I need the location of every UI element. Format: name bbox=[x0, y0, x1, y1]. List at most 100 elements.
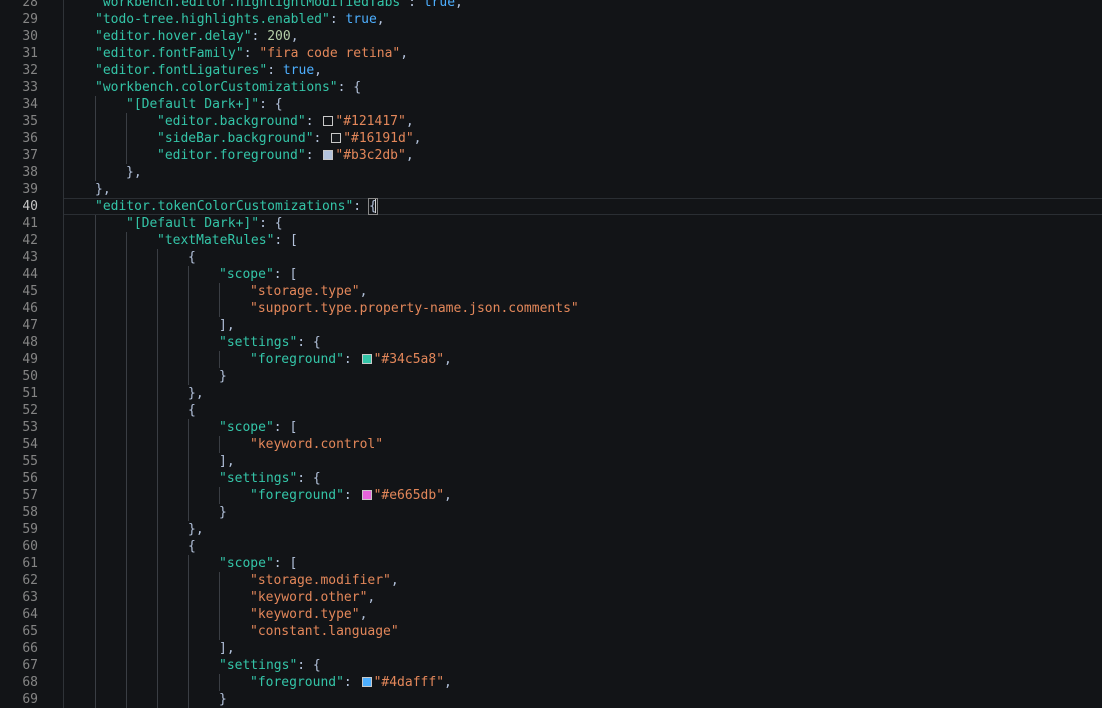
editor-lines[interactable]: 28 "workbench.editor.highlightModifiedTab… bbox=[0, 0, 1102, 708]
code-line[interactable]: 54 "keyword.control" bbox=[0, 436, 1102, 453]
line-content[interactable]: "storage.type", bbox=[64, 283, 367, 300]
code-line[interactable]: 68 "foreground": "#4dafff", bbox=[0, 674, 1102, 691]
code-line[interactable]: 45 "storage.type", bbox=[0, 283, 1102, 300]
line-content[interactable]: "scope": [ bbox=[64, 419, 297, 436]
line-content[interactable]: "foreground": "#34c5a8", bbox=[64, 351, 452, 368]
code-line[interactable]: 37 "editor.foreground": "#b3c2db", bbox=[0, 147, 1102, 164]
line-content[interactable]: { bbox=[64, 538, 196, 555]
code-line[interactable]: 33 "workbench.colorCustomizations": { bbox=[0, 79, 1102, 96]
line-content[interactable]: "scope": [ bbox=[64, 555, 297, 572]
line-content[interactable]: "support.type.property-name.json.comment… bbox=[64, 300, 579, 317]
code-line[interactable]: 35 "editor.background": "#121417", bbox=[0, 113, 1102, 130]
code-line[interactable]: 57 "foreground": "#e665db", bbox=[0, 487, 1102, 504]
code-line[interactable]: 34 "[Default Dark+]": { bbox=[0, 96, 1102, 113]
line-content[interactable]: "sideBar.background": "#16191d", bbox=[64, 130, 421, 147]
line-content[interactable]: ], bbox=[64, 317, 235, 334]
line-content[interactable]: "storage.modifier", bbox=[64, 572, 399, 589]
indent-guide bbox=[157, 249, 188, 266]
code-line[interactable]: 36 "sideBar.background": "#16191d", bbox=[0, 130, 1102, 147]
line-content[interactable]: }, bbox=[64, 385, 204, 402]
line-content[interactable]: "foreground": "#4dafff", bbox=[64, 674, 452, 691]
color-swatch-icon[interactable] bbox=[361, 677, 372, 687]
code-line[interactable]: 42 "textMateRules": [ bbox=[0, 232, 1102, 249]
code-line[interactable]: 66], bbox=[0, 640, 1102, 657]
code-line[interactable]: 49 "foreground": "#34c5a8", bbox=[0, 351, 1102, 368]
line-content[interactable]: }, bbox=[64, 181, 111, 198]
line-content[interactable]: "editor.background": "#121417", bbox=[64, 113, 414, 130]
line-content[interactable]: "keyword.other", bbox=[64, 589, 375, 606]
code-line[interactable]: 40 "editor.tokenColorCustomizations": { bbox=[0, 198, 1102, 215]
color-swatch-icon[interactable] bbox=[323, 150, 334, 160]
line-content[interactable]: { bbox=[64, 249, 196, 266]
code-line[interactable]: 59}, bbox=[0, 521, 1102, 538]
line-content[interactable]: "constant.language" bbox=[64, 623, 399, 640]
line-content[interactable]: "editor.fontLigatures": true, bbox=[64, 62, 322, 79]
code-line[interactable]: 31 "editor.fontFamily": "fira code retina… bbox=[0, 45, 1102, 62]
color-swatch-icon[interactable] bbox=[331, 133, 342, 143]
line-content[interactable]: "settings": { bbox=[64, 334, 321, 351]
code-line[interactable]: 65 "constant.language" bbox=[0, 623, 1102, 640]
code-line[interactable]: 61 "scope": [ bbox=[0, 555, 1102, 572]
color-swatch-icon[interactable] bbox=[361, 490, 372, 500]
code-line[interactable]: 48 "settings": { bbox=[0, 334, 1102, 351]
line-content[interactable]: } bbox=[64, 691, 227, 708]
code-line[interactable]: 51}, bbox=[0, 385, 1102, 402]
code-line[interactable]: 52 { bbox=[0, 402, 1102, 419]
code-line[interactable]: 67 "settings": { bbox=[0, 657, 1102, 674]
code-line[interactable]: 29 "todo-tree.highlights.enabled": true, bbox=[0, 11, 1102, 28]
code-line[interactable]: 39}, bbox=[0, 181, 1102, 198]
line-content[interactable]: "editor.foreground": "#b3c2db", bbox=[64, 147, 414, 164]
line-content[interactable]: "[Default Dark+]": { bbox=[64, 215, 283, 232]
line-content[interactable]: "editor.fontFamily": "fira code retina", bbox=[64, 45, 408, 62]
line-content[interactable]: ], bbox=[64, 453, 235, 470]
indent-guide bbox=[157, 402, 188, 419]
code-line[interactable]: 32 "editor.fontLigatures": true, bbox=[0, 62, 1102, 79]
code-line[interactable]: 28 "workbench.editor.highlightModifiedTab… bbox=[0, 0, 1102, 11]
color-swatch-icon[interactable] bbox=[361, 354, 372, 364]
json-key: "settings" bbox=[219, 658, 298, 673]
line-content[interactable]: "foreground": "#e665db", bbox=[64, 487, 452, 504]
code-line[interactable]: 62 "storage.modifier", bbox=[0, 572, 1102, 589]
line-content[interactable]: "todo-tree.highlights.enabled": true, bbox=[64, 11, 385, 28]
line-content[interactable]: "editor.tokenColorCustomizations": { bbox=[64, 198, 378, 215]
code-line[interactable]: 64 "keyword.type", bbox=[0, 606, 1102, 623]
code-line[interactable]: 43 { bbox=[0, 249, 1102, 266]
line-content[interactable]: }, bbox=[64, 164, 142, 181]
indent-guide bbox=[157, 453, 188, 470]
code-line[interactable]: 55], bbox=[0, 453, 1102, 470]
line-content[interactable]: { bbox=[64, 402, 196, 419]
code-line[interactable]: 47], bbox=[0, 317, 1102, 334]
code-line[interactable]: 56 "settings": { bbox=[0, 470, 1102, 487]
json-punctuation: , bbox=[390, 573, 399, 588]
line-content[interactable]: }, bbox=[64, 521, 204, 538]
indent-guide bbox=[95, 283, 126, 300]
indent-guide bbox=[188, 470, 219, 487]
line-content[interactable]: "textMateRules": [ bbox=[64, 232, 298, 249]
line-content[interactable]: "settings": { bbox=[64, 657, 321, 674]
code-line[interactable]: 53 "scope": [ bbox=[0, 419, 1102, 436]
code-line[interactable]: 38}, bbox=[0, 164, 1102, 181]
line-content[interactable]: "settings": { bbox=[64, 470, 321, 487]
code-line[interactable]: 41 "[Default Dark+]": { bbox=[0, 215, 1102, 232]
line-content[interactable]: "keyword.type", bbox=[64, 606, 367, 623]
line-content[interactable]: "keyword.control" bbox=[64, 436, 383, 453]
line-content[interactable]: "workbench.editor.highlightModifiedTabs"… bbox=[64, 0, 463, 11]
line-content[interactable]: ], bbox=[64, 640, 235, 657]
code-line[interactable]: 44 "scope": [ bbox=[0, 266, 1102, 283]
indent-guide bbox=[126, 283, 157, 300]
line-content[interactable]: "scope": [ bbox=[64, 266, 297, 283]
line-content[interactable]: "[Default Dark+]": { bbox=[64, 96, 283, 113]
code-line[interactable]: 63 "keyword.other", bbox=[0, 589, 1102, 606]
line-content[interactable]: "editor.hover.delay": 200, bbox=[64, 28, 299, 45]
code-line[interactable]: 58} bbox=[0, 504, 1102, 521]
code-line[interactable]: 60 { bbox=[0, 538, 1102, 555]
line-content[interactable]: } bbox=[64, 504, 227, 521]
code-line[interactable]: 30 "editor.hover.delay": 200, bbox=[0, 28, 1102, 45]
color-swatch-icon[interactable] bbox=[323, 116, 334, 126]
line-content[interactable]: "workbench.colorCustomizations": { bbox=[64, 79, 361, 96]
line-content[interactable]: } bbox=[64, 368, 227, 385]
code-line[interactable]: 69} bbox=[0, 691, 1102, 708]
code-line[interactable]: 46 "support.type.property-name.json.comme… bbox=[0, 300, 1102, 317]
code-editor[interactable]: 28 "workbench.editor.highlightModifiedTab… bbox=[0, 0, 1102, 708]
code-line[interactable]: 50} bbox=[0, 368, 1102, 385]
